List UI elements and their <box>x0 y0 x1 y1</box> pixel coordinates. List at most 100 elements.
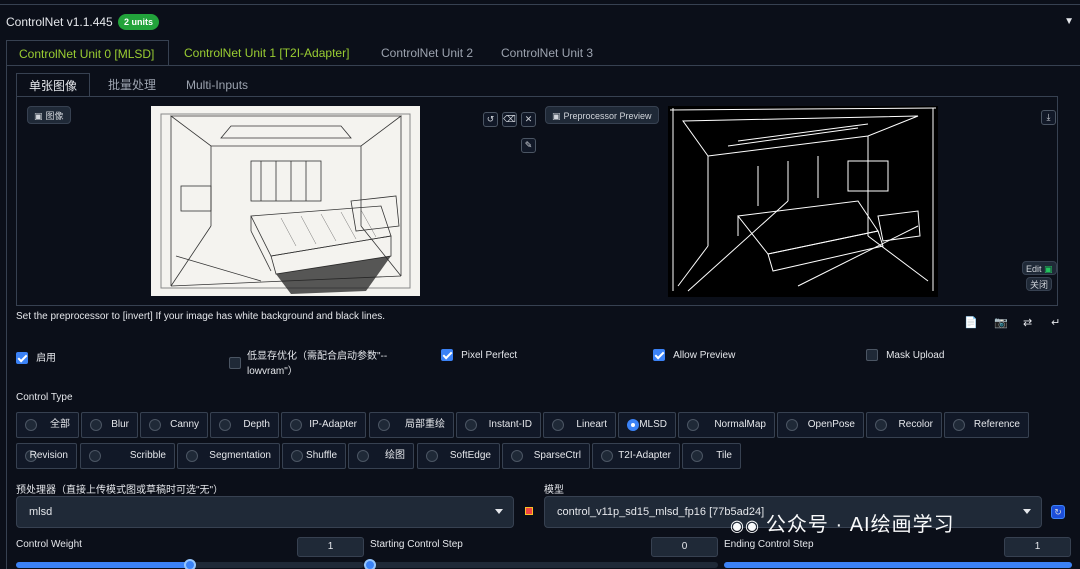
radio-icon[interactable] <box>357 450 369 462</box>
watermark: ◉◉ 公众号 · AI绘画学习 <box>730 514 955 536</box>
radio-icon[interactable] <box>511 450 523 462</box>
control-type-option[interactable]: OpenPose <box>777 412 864 438</box>
checkbox-checked[interactable] <box>653 349 665 362</box>
document-icon[interactable]: 📄 <box>964 316 978 329</box>
control-weight-label: Control Weight <box>16 539 82 550</box>
slider-fill <box>16 562 190 568</box>
radio-icon[interactable] <box>378 419 390 431</box>
radio-icon[interactable] <box>186 450 198 462</box>
controlnet-title: ControlNet v1.1.445 <box>6 15 113 29</box>
control-type-option[interactable]: IP-Adapter <box>281 412 366 438</box>
radio-icon[interactable] <box>290 419 302 431</box>
allow-preview-checkbox[interactable]: Allow Preview <box>653 349 735 362</box>
tab-unit-1[interactable]: ControlNet Unit 1 [T2I-Adapter] <box>172 40 361 66</box>
start-step-slider[interactable] <box>370 562 718 568</box>
radio-icon[interactable] <box>552 419 564 431</box>
control-type-option[interactable]: MLSD <box>618 412 676 438</box>
radio-icon[interactable] <box>953 419 965 431</box>
triangle-down-icon[interactable]: ▼ <box>1064 16 1074 27</box>
checkbox-unchecked[interactable] <box>229 357 241 369</box>
radio-icon[interactable] <box>786 419 798 431</box>
control-type-option[interactable]: Scribble <box>80 443 175 469</box>
control-type-option[interactable]: Depth <box>210 412 279 438</box>
radio-icon[interactable] <box>89 450 101 462</box>
controlnet-header[interactable]: ControlNet v1.1.445 2 units ▼ <box>0 8 1080 38</box>
control-type-option[interactable]: Canny <box>140 412 208 438</box>
radio-icon[interactable] <box>627 419 639 431</box>
brush-icon[interactable]: ✎ <box>521 138 536 153</box>
control-type-option[interactable]: T2I-Adapter <box>592 443 680 469</box>
input-image[interactable] <box>151 106 420 296</box>
radio-icon[interactable] <box>426 450 438 462</box>
end-step-input[interactable]: 1 <box>1004 537 1071 557</box>
enable-checkbox[interactable]: 启用 <box>16 349 56 365</box>
control-type-option[interactable]: Blur <box>81 412 138 438</box>
control-type-option[interactable]: 局部重绘 <box>369 412 454 438</box>
pixel-perfect-checkbox[interactable]: Pixel Perfect <box>441 349 517 362</box>
radio-icon[interactable] <box>691 450 703 462</box>
checkbox-checked[interactable] <box>441 349 453 362</box>
chevron-down-icon <box>1023 509 1031 514</box>
close-icon[interactable]: ✕ <box>521 112 536 127</box>
slider-knob[interactable] <box>184 559 196 569</box>
control-type-option[interactable]: 全部 <box>16 412 79 438</box>
refresh-icon[interactable]: ↻ <box>1051 505 1065 519</box>
tab-batch[interactable]: 批量处理 <box>96 73 168 97</box>
mask-upload-checkbox[interactable]: Mask Upload <box>866 349 944 362</box>
tab-multi-inputs[interactable]: Multi-Inputs <box>174 73 260 97</box>
camera-icon[interactable]: 📷 <box>994 316 1008 329</box>
control-type-option[interactable]: Segmentation <box>177 443 280 469</box>
radio-icon[interactable] <box>875 419 887 431</box>
control-type-option-label: SoftEdge <box>449 450 491 461</box>
preprocessor-preview-label: ▣ Preprocessor Preview <box>545 106 659 124</box>
checkbox-checked[interactable] <box>16 352 28 365</box>
edit-button[interactable]: Edit ▣ <box>1022 261 1057 275</box>
radio-icon[interactable] <box>25 419 37 431</box>
control-weight-input[interactable]: 1 <box>297 537 364 557</box>
tab-unit-3[interactable]: ControlNet Unit 3 <box>489 40 605 66</box>
control-type-option-label: T2I-Adapter <box>618 450 671 461</box>
radio-icon[interactable] <box>687 419 699 431</box>
control-type-label: Control Type <box>16 392 73 403</box>
control-type-option-label: Recolor <box>898 419 933 430</box>
edit-icon: ▣ <box>1044 264 1053 274</box>
control-type-option[interactable]: SparseCtrl <box>502 443 590 469</box>
control-type-option[interactable]: NormalMap <box>678 412 775 438</box>
mlsd-lines <box>669 107 937 292</box>
download-icon[interactable]: ⤓ <box>1041 110 1056 125</box>
slider-knob[interactable] <box>364 559 376 569</box>
control-type-option[interactable]: Tile <box>682 443 741 469</box>
control-type-option[interactable]: Recolor <box>866 412 942 438</box>
control-type-option-label: OpenPose <box>807 419 855 430</box>
control-type-option[interactable]: 绘图 <box>348 443 414 469</box>
control-type-option[interactable]: Shuffle <box>282 443 346 469</box>
control-type-option-label: Reference <box>973 419 1020 430</box>
control-type-option[interactable]: SoftEdge <box>417 443 500 469</box>
bedroom-sketch <box>160 113 411 294</box>
radio-icon[interactable] <box>465 419 477 431</box>
checkbox-unchecked[interactable] <box>866 349 878 362</box>
control-type-option-label: Revision <box>29 450 68 461</box>
radio-icon[interactable] <box>291 450 303 462</box>
rotate-icon[interactable]: ↺ <box>483 112 498 127</box>
end-step-slider[interactable] <box>724 562 1072 568</box>
control-type-option[interactable]: Instant-ID <box>456 412 541 438</box>
radio-icon[interactable] <box>601 450 613 462</box>
tab-single-image[interactable]: 单张图像 <box>16 73 91 97</box>
radio-icon[interactable] <box>149 419 161 431</box>
swap-icon[interactable]: ⇄ <box>1023 316 1032 329</box>
eraser-icon[interactable]: ⌫ <box>502 112 517 127</box>
run-preprocessor-icon[interactable] <box>525 507 533 515</box>
send-icon[interactable]: ↵ <box>1051 316 1060 329</box>
tab-unit-2[interactable]: ControlNet Unit 2 <box>369 40 485 66</box>
control-type-option[interactable]: Reference <box>944 412 1029 438</box>
preprocessor-select[interactable]: mlsd <box>16 496 514 528</box>
close-preview-button[interactable]: 关闭 <box>1026 277 1053 291</box>
control-type-option-label: Tile <box>716 450 732 461</box>
radio-icon[interactable] <box>219 419 231 431</box>
start-step-input[interactable]: 0 <box>651 537 718 557</box>
tab-unit-0[interactable]: ControlNet Unit 0 [MLSD] <box>6 40 169 66</box>
control-type-option[interactable]: Lineart <box>543 412 616 438</box>
control-type-option[interactable]: Revision <box>16 443 77 469</box>
radio-icon[interactable] <box>90 419 102 431</box>
